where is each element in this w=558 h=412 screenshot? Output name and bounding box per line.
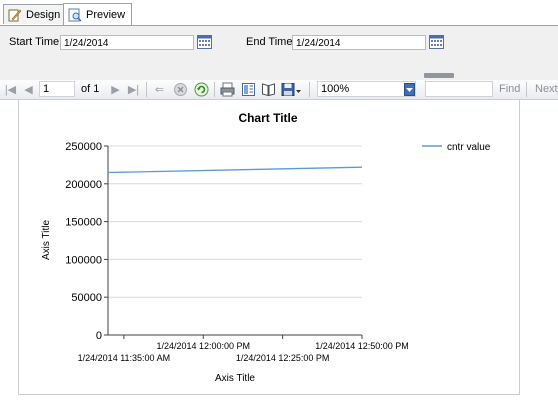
x-tick-label: 1/24/2014 12:50:00 PM (315, 341, 409, 351)
y-tick-label: 0 (96, 330, 102, 342)
x-tick-label: 1/24/2014 12:25:00 PM (236, 353, 330, 363)
chart-grid (108, 145, 362, 298)
chart-series (107, 166, 363, 174)
y-tick-label: 50000 (71, 292, 102, 304)
y-tick-label: 100000 (65, 254, 102, 266)
chart: Chart Title 0 50000 100000 150000 200000 2500… (41, 111, 491, 384)
y-tick-label: 250000 (65, 141, 102, 153)
y-tick-label: 200000 (65, 179, 102, 191)
y-axis-title: Axis Title (41, 220, 52, 260)
series-line-cntr-value (107, 166, 363, 174)
legend-label: cntr value (447, 142, 491, 153)
chart-title: Chart Title (238, 111, 297, 125)
x-tick-labels: 1/24/2014 11:35:00 AM 1/24/2014 12:00:00 … (78, 341, 409, 363)
x-tick-label: 1/24/2014 12:00:00 PM (156, 341, 250, 351)
y-tick-label: 150000 (65, 217, 102, 229)
y-tick-labels: 0 50000 100000 150000 200000 250000 (65, 141, 102, 342)
chart-axes (104, 145, 363, 339)
x-tick-label: 1/24/2014 11:35:00 AM (78, 353, 170, 363)
x-axis-title: Axis Title (215, 373, 255, 384)
chart-legend: cntr value (422, 142, 491, 153)
